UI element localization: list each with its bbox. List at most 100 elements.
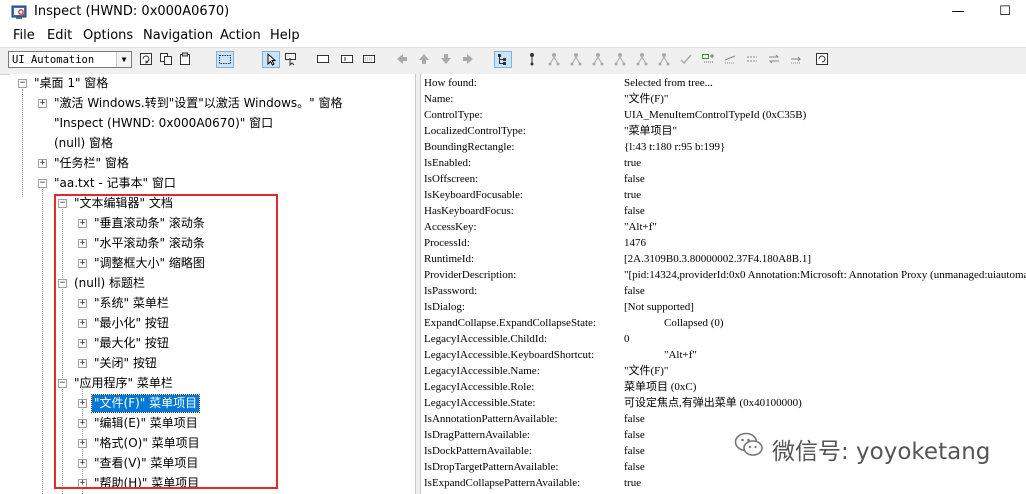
collapse-all-icon[interactable]: [723, 52, 737, 66]
inspect-app-icon: [11, 5, 27, 19]
tree-node[interactable]: "桌面 1" 窗格: [32, 75, 110, 92]
property-name: HasKeyboardFocus:: [424, 205, 514, 217]
property-value: true: [624, 189, 642, 201]
tree-walker-icon[interactable]: [635, 52, 649, 66]
parent-icon[interactable]: [525, 52, 539, 66]
properties-check-icon[interactable]: [679, 52, 693, 66]
highlight-annotation-box: [54, 194, 278, 489]
previous-sibling-icon[interactable]: [591, 52, 605, 66]
navigate-left-icon[interactable]: [395, 52, 409, 66]
property-value: 菜单项目 (0xC): [624, 381, 697, 393]
tree-collapse-icon[interactable]: −: [38, 179, 47, 188]
property-value: 0: [624, 333, 630, 345]
property-name: LegacyIAccessible.ChildId:: [424, 333, 548, 345]
menu-bar: File Edit Options Navigation Action Help: [0, 26, 1026, 47]
property-name: LegacyIAccessible.KeyboardShortcut:: [424, 349, 595, 361]
refresh-icon[interactable]: [139, 52, 153, 66]
swap-icon[interactable]: [767, 52, 781, 66]
menu-options[interactable]: Options: [83, 28, 133, 43]
highlight-rect-icon[interactable]: [316, 52, 330, 66]
tree-node[interactable]: (null) 窗格: [52, 135, 115, 152]
watch-cursor-icon[interactable]: [262, 51, 280, 68]
property-value: false: [624, 429, 645, 441]
next-sibling-icon[interactable]: [569, 52, 583, 66]
options-icon[interactable]: [815, 52, 829, 66]
menu-edit[interactable]: Edit: [47, 28, 72, 43]
property-name: IsPassword:: [424, 285, 478, 297]
copy-icon[interactable]: [159, 52, 173, 66]
property-value: true: [624, 157, 642, 169]
menu-navigation[interactable]: Navigation: [143, 28, 213, 43]
maximize-button[interactable]: ☐: [982, 0, 1026, 26]
tree-node[interactable]: "任务栏" 窗格: [52, 155, 131, 172]
property-value: UIA_MenuItemControlTypeId (0xC35B): [624, 109, 807, 121]
property-value: false: [624, 205, 645, 217]
property-name: ControlType:: [424, 109, 483, 121]
property-name: LegacyIAccessible.Name:: [424, 365, 540, 377]
property-name: IsExpandCollapsePatternAvailable:: [424, 477, 581, 489]
pane-splitter[interactable]: [415, 74, 421, 494]
property-value: Selected from tree...: [624, 77, 713, 89]
property-name: IsDockPatternAvailable:: [424, 445, 532, 457]
property-value: [2A.3109B0.3.80000002.37F4.180A8B.1]: [624, 253, 812, 265]
move-right-icon[interactable]: [789, 52, 803, 66]
property-name: How found:: [424, 77, 477, 89]
navigate-up-icon[interactable]: [417, 52, 431, 66]
title-bar: Inspect (HWND: 0x000A0670) — ☐: [0, 0, 1026, 26]
tree-collapse-icon[interactable]: −: [18, 79, 27, 88]
wechat-icon: [734, 432, 763, 456]
menu-file[interactable]: File: [13, 28, 35, 43]
chevron-down-icon[interactable]: ▼: [116, 52, 131, 67]
property-value: "Alt+f": [664, 349, 697, 361]
tree-node[interactable]: "aa.txt - 记事本" 窗口: [52, 175, 178, 192]
expand-all-icon[interactable]: [701, 52, 715, 66]
watch-focus-icon[interactable]: [216, 51, 234, 68]
property-name: IsEnabled:: [424, 157, 472, 169]
mode-select[interactable]: UI Automation ▼: [8, 51, 132, 68]
navigate-down-icon[interactable]: [439, 52, 453, 66]
property-value: Collapsed (0): [664, 317, 724, 329]
clipboard-icon[interactable]: [178, 52, 192, 66]
property-value: {l:43 t:180 r:95 b:199}: [624, 141, 726, 153]
tree-mode-icon[interactable]: [494, 51, 512, 68]
property-value: false: [624, 285, 645, 297]
property-name: IsAnnotationPatternAvailable:: [424, 413, 558, 425]
watermark: 微信号: yoyoketang: [734, 428, 994, 468]
show-highlight-icon[interactable]: [284, 52, 298, 66]
property-value: false: [624, 445, 645, 457]
property-value: "菜单项目": [624, 125, 677, 137]
tree-node[interactable]: "激活 Windows.转到"设置"以激活 Windows。" 窗格: [52, 95, 344, 112]
property-value: "文件(F)": [624, 93, 669, 105]
property-name: LegacyIAccessible.Role:: [424, 381, 535, 393]
menu-help[interactable]: Help: [270, 28, 300, 43]
keyboard-icon[interactable]: [362, 52, 376, 66]
property-value: false: [624, 461, 645, 473]
property-name: ExpandCollapse.ExpandCollapseState:: [424, 317, 596, 329]
property-value: "文件(F)": [624, 365, 669, 377]
menu-action[interactable]: Action: [220, 28, 261, 43]
property-name: IsDialog:: [424, 301, 465, 313]
property-name: IsDragPatternAvailable:: [424, 429, 531, 441]
last-child-icon[interactable]: [613, 52, 627, 66]
sibling-tree-icon[interactable]: [657, 52, 671, 66]
watermark-text: 微信号: yoyoketang: [772, 439, 991, 465]
property-value: 可设定焦点,有弹出菜单 (0x40100000): [624, 397, 802, 409]
property-name: RuntimeId:: [424, 253, 475, 265]
property-value: [Not supported]: [624, 301, 694, 313]
tree-expand-icon[interactable]: +: [38, 99, 47, 108]
toolbar: UI Automation ▼: [0, 47, 1026, 75]
minimize-button[interactable]: —: [935, 0, 981, 26]
caret-icon[interactable]: [340, 52, 354, 66]
property-name: IsOffscreen:: [424, 173, 479, 185]
first-child-icon[interactable]: [547, 52, 561, 66]
property-value: true: [624, 477, 642, 489]
property-value: "Alt+f": [624, 221, 657, 233]
property-name: IsKeyboardFocusable:: [424, 189, 523, 201]
property-value: false: [624, 173, 645, 185]
navigate-right-icon[interactable]: [461, 52, 475, 66]
property-name: IsDropTargetPatternAvailable:: [424, 461, 559, 473]
tree-node[interactable]: "Inspect (HWND: 0x000A0670)" 窗口: [52, 115, 275, 132]
property-name: ProcessId:: [424, 237, 470, 249]
move-down-icon[interactable]: [745, 52, 759, 66]
tree-expand-icon[interactable]: +: [38, 159, 47, 168]
